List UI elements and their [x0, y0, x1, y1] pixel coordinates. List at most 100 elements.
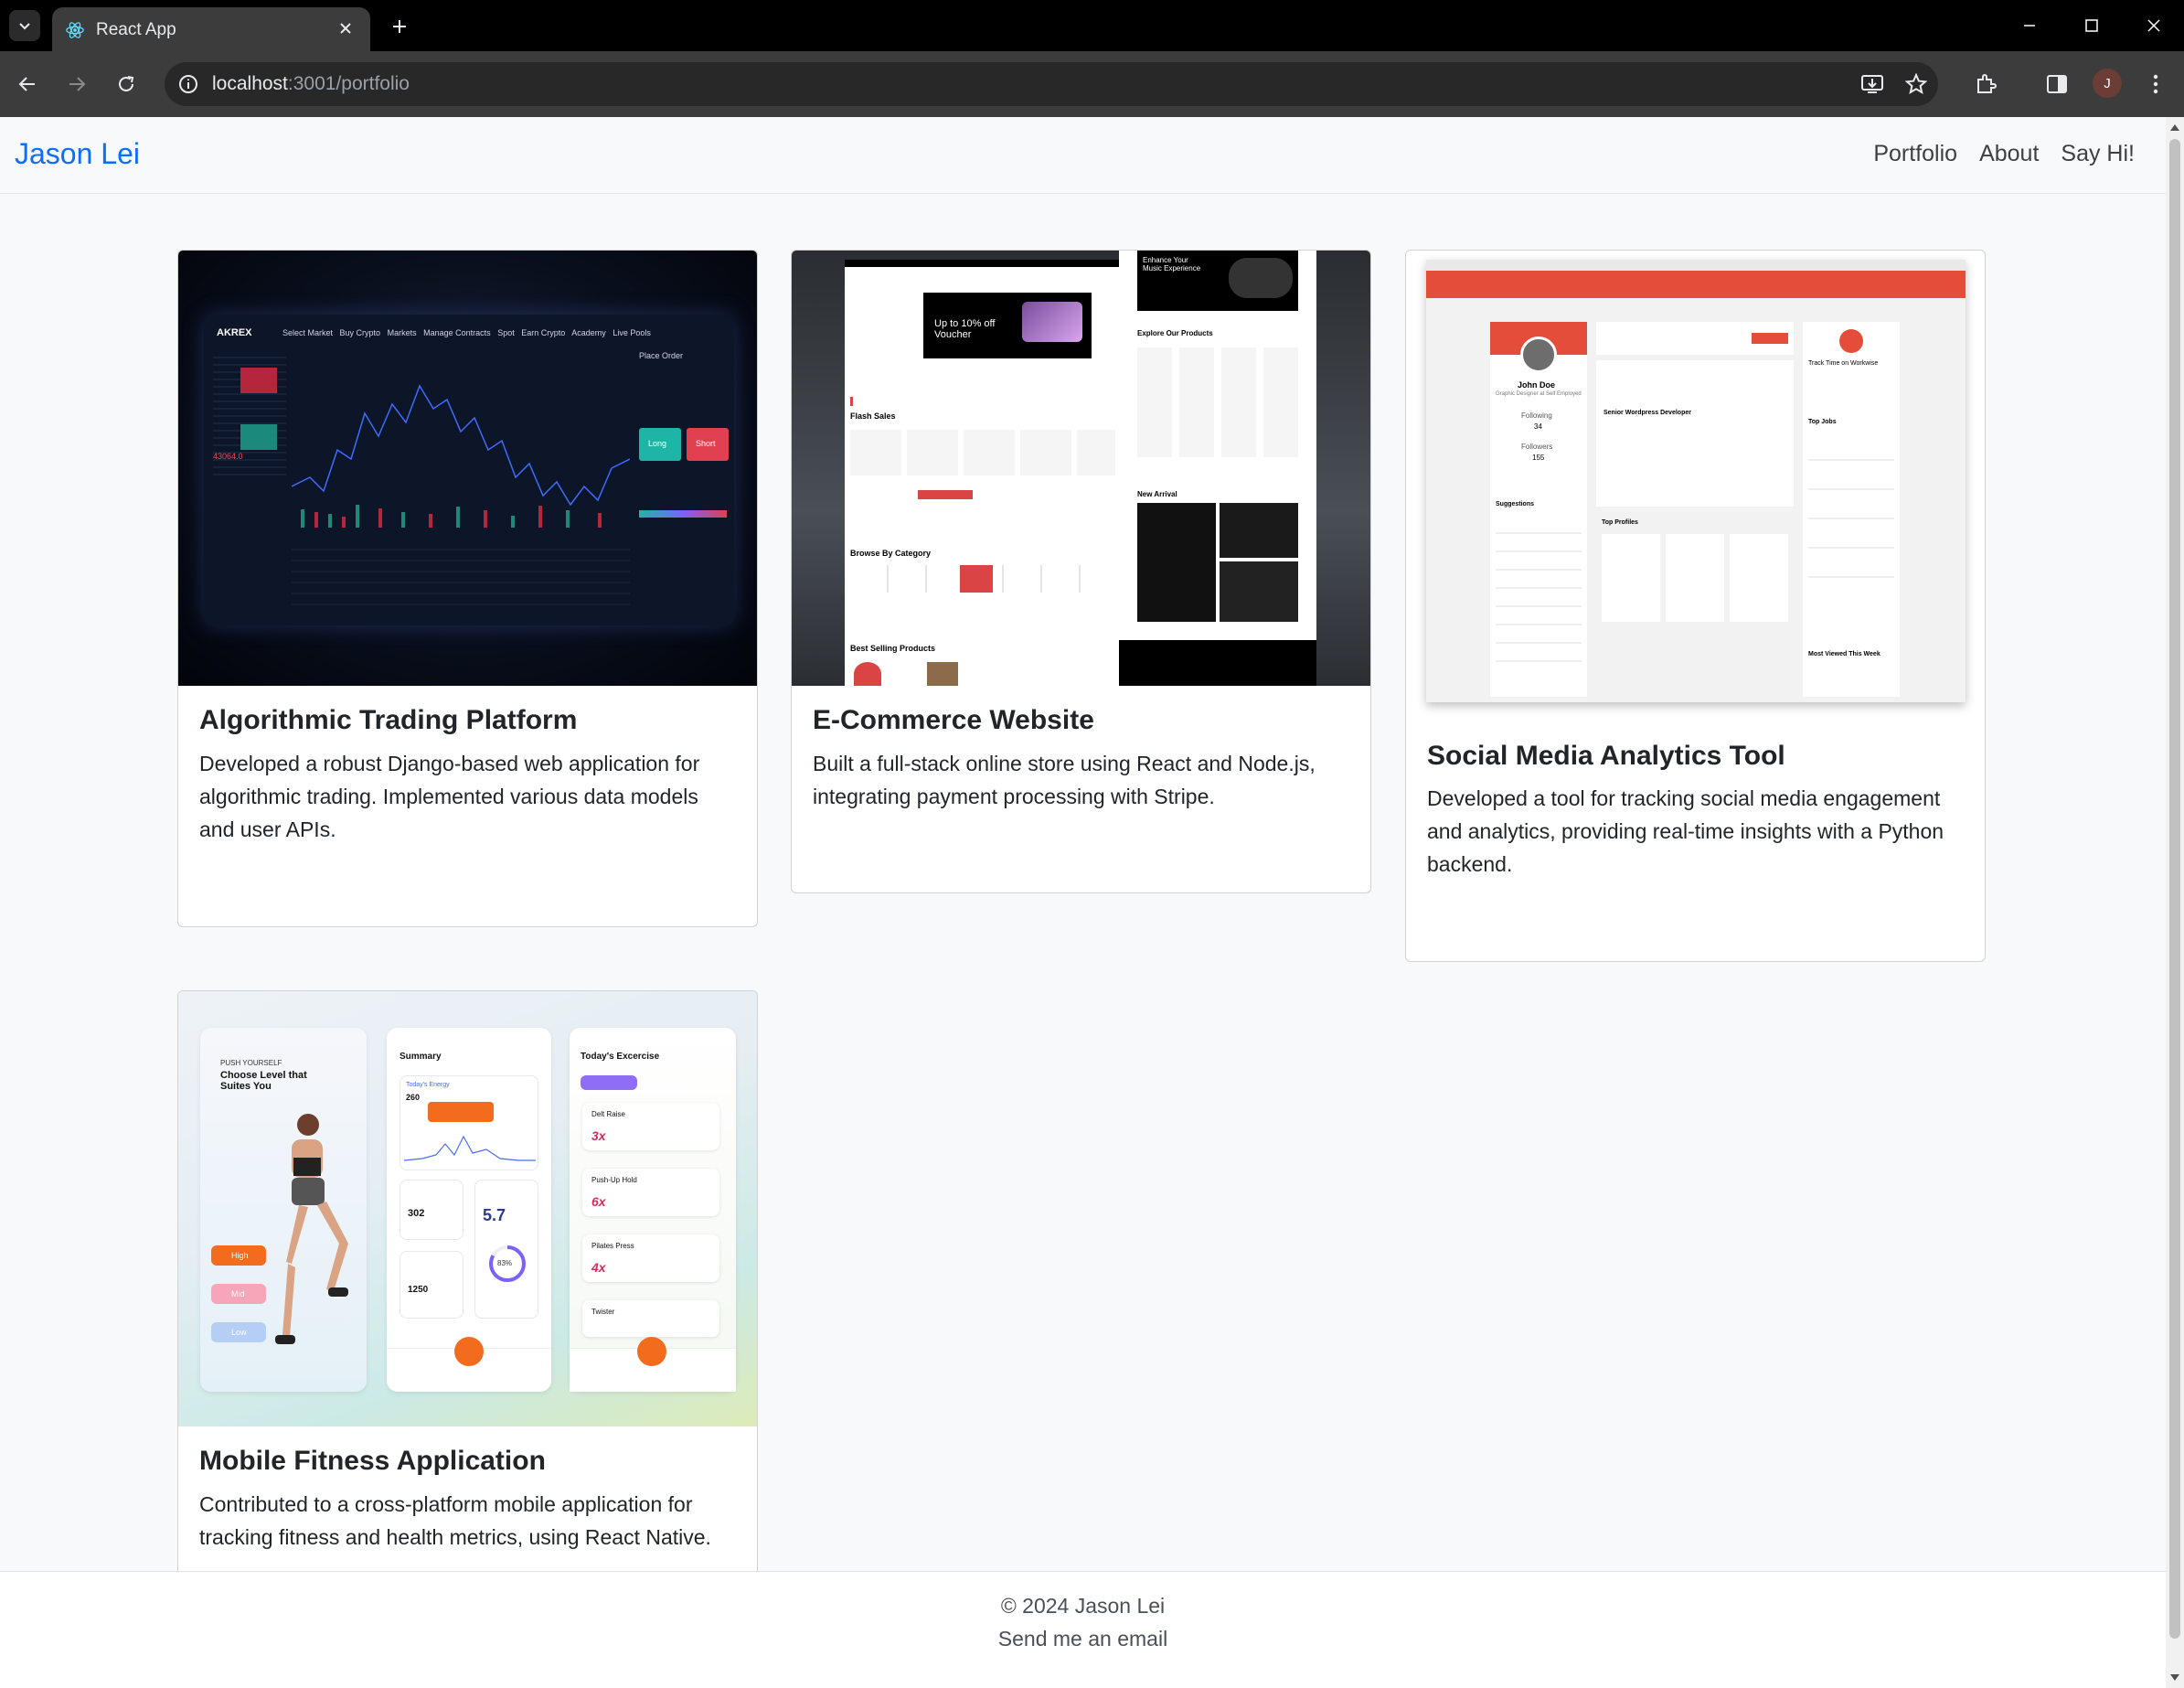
project-title: E-Commerce Website	[813, 705, 1094, 735]
project-screenshot: Up to 10% off Voucher Flash Sales Browse…	[792, 251, 1370, 686]
minimize-icon	[2024, 25, 2035, 27]
browser-tab[interactable]: React App	[52, 7, 370, 51]
mock-level: Low	[231, 1328, 247, 1337]
mock-level: Mid	[231, 1289, 245, 1298]
arrow-right-icon	[69, 77, 86, 91]
phone-image	[1022, 302, 1082, 342]
music-banner: Enhance Your Music Experience	[1137, 251, 1298, 311]
top-jobs-list	[1808, 432, 1894, 596]
mock-arrival: New Arrival	[1137, 490, 1177, 498]
mock-level: High	[231, 1251, 249, 1260]
mock-percent: 83%	[497, 1259, 513, 1267]
women-image	[1220, 503, 1298, 558]
section-marker	[850, 397, 853, 406]
active-category	[960, 565, 993, 593]
puzzle-icon	[1977, 74, 1997, 93]
install-app-icon	[1861, 75, 1883, 93]
post-job-button	[1752, 333, 1788, 344]
extensions-button[interactable]	[1969, 68, 2002, 101]
feed-column: Senior Wordpress Developer Top Profiles	[1596, 322, 1794, 697]
mock-category: Browse By Category	[850, 549, 932, 558]
mock-track: Track Time on Workwise	[1808, 360, 1879, 367]
mock-menu: Select Market Buy Crypto Markets Manage …	[282, 328, 651, 337]
email-link[interactable]: Send me an email	[0, 1627, 2166, 1651]
address-bar[interactable]: localhost:3001/portfolio	[165, 62, 1938, 106]
nav-links: Portfolio About Say Hi!	[1873, 141, 2135, 167]
mock-menu-item: Earn Crypto	[521, 328, 566, 337]
summary-screen-mock: Summary Today's Energy 260 302 5.7 83% 1…	[387, 1028, 551, 1392]
mock-explore: Explore Our Products	[1137, 329, 1213, 337]
profile-avatar[interactable]: J	[2093, 69, 2122, 98]
reload-icon	[119, 76, 134, 91]
tab-search-button[interactable]	[9, 10, 40, 41]
side-panel-button[interactable]	[2040, 68, 2073, 101]
url-path: :3001/portfolio	[287, 73, 410, 94]
category-chip	[581, 1075, 637, 1090]
react-logo-icon	[66, 22, 84, 38]
mock-exercise: Twister	[591, 1308, 615, 1316]
project-screenshot: AKREX Select Market Buy Crypto Markets M…	[178, 251, 757, 686]
browser-menu-button[interactable]	[2139, 68, 2172, 101]
right-sidebar: Track Time on Workwise Top Jobs Most Vie…	[1803, 322, 1900, 697]
nav-link-portfolio[interactable]: Portfolio	[1873, 141, 1957, 167]
forward-button[interactable]	[60, 68, 93, 101]
project-card[interactable]: Up to 10% off Voucher Flash Sales Browse…	[791, 250, 1371, 893]
site-footer: © 2024 Jason Lei Send me an email	[0, 1571, 2166, 1688]
star-icon	[1905, 73, 1927, 95]
mock-panel-title: Place Order	[639, 351, 684, 360]
mock-following-count: 34	[1534, 422, 1542, 431]
scroll-down-arrow-icon[interactable]	[2170, 1674, 2179, 1681]
copyright-text: © 2024 Jason Lei	[1000, 1594, 1166, 1618]
browser-toolbar: localhost:3001/portfolio J	[0, 51, 2184, 117]
project-card[interactable]: AKREX Select Market Buy Crypto Markets M…	[177, 250, 758, 927]
project-description: Developed a tool for tracking social med…	[1427, 786, 1944, 876]
level-high: High	[211, 1245, 266, 1266]
reload-button[interactable]	[110, 68, 143, 101]
tab-close-button[interactable]	[334, 16, 357, 40]
mock-walking: 5.7	[483, 1206, 506, 1224]
site-info-icon[interactable]	[177, 73, 199, 95]
bids-bars	[240, 424, 277, 450]
mock-music: Enhance Your Music Experience	[1143, 256, 1201, 272]
exercise-card: Twister	[582, 1300, 719, 1337]
tab-title: React App	[96, 20, 176, 39]
maximize-window-button[interactable]	[2073, 11, 2110, 40]
plus-icon	[393, 20, 406, 33]
mock-header	[1426, 271, 1966, 298]
job-post: Senior Wordpress Developer	[1596, 360, 1794, 507]
minimize-window-button[interactable]	[2011, 11, 2048, 40]
bookmark-button[interactable]	[1900, 68, 1933, 101]
mock-logo: AKREX	[217, 327, 252, 338]
mock-short-button: Short	[687, 428, 729, 461]
mock-menu-item: Manage Contracts	[423, 328, 491, 337]
close-window-button[interactable]	[2136, 11, 2172, 40]
energy-card: Today's Energy 260	[400, 1075, 538, 1170]
scrollbar-thumb[interactable]	[2169, 139, 2180, 1639]
project-card[interactable]: PUSH YOURSELF Choose Level that Suites Y…	[177, 990, 758, 1630]
url-text: localhost:3001/portfolio	[212, 73, 410, 95]
mock-reps: 3x	[591, 1128, 606, 1143]
mock-reps: 6x	[591, 1194, 606, 1209]
browser-tab-bar: React App	[0, 0, 2184, 51]
arrow-left-icon	[18, 77, 35, 91]
new-tab-button[interactable]	[384, 11, 415, 42]
speakers-image	[1220, 561, 1298, 622]
nav-link-say-hi[interactable]: Say Hi!	[2061, 141, 2135, 167]
project-card[interactable]: John Doe Graphic Designer at Self Employ…	[1405, 250, 1986, 962]
close-icon	[340, 23, 351, 34]
mock-reps: 4x	[591, 1260, 606, 1275]
mock-suggestions: Suggestions	[1496, 501, 1535, 507]
page-scrollbar[interactable]	[2166, 117, 2184, 1688]
brand-link[interactable]: Jason Lei	[15, 137, 140, 171]
level-mid: Mid	[211, 1284, 266, 1304]
mock-kcal: 260	[406, 1093, 421, 1102]
flash-products	[850, 430, 1115, 475]
scroll-up-arrow-icon[interactable]	[2170, 124, 2179, 131]
mock-top-jobs: Top Jobs	[1808, 419, 1837, 425]
mock-burnt: 302	[408, 1208, 425, 1219]
back-button[interactable]	[11, 68, 44, 101]
install-app-button[interactable]	[1856, 68, 1889, 101]
mock-exercise: Push-Up Hold	[591, 1176, 637, 1184]
exercise-card: Push-Up Hold 6x	[582, 1169, 719, 1216]
nav-link-about[interactable]: About	[1979, 141, 2039, 167]
